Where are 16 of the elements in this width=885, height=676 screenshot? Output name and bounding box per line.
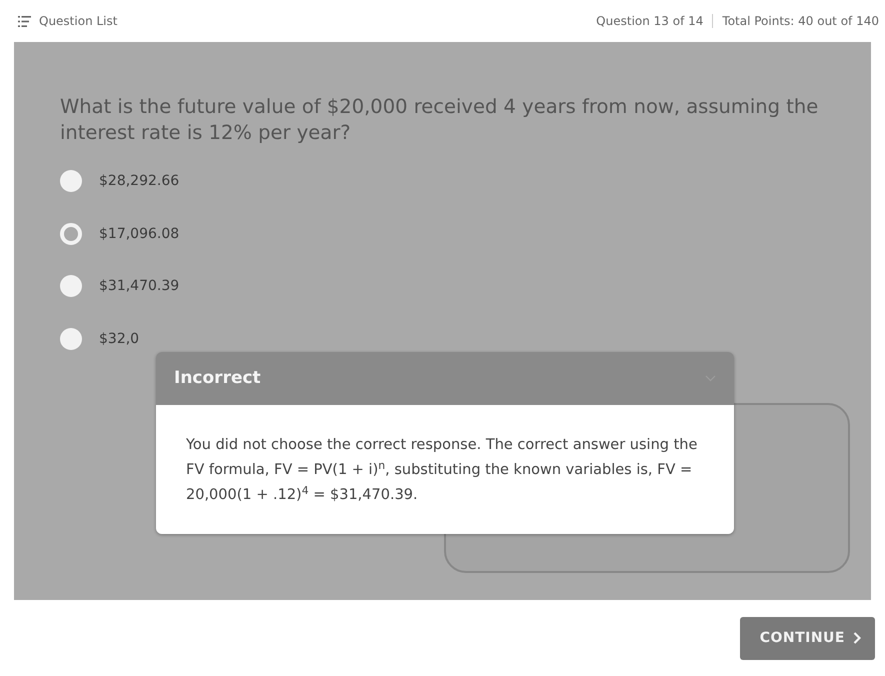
question-text: What is the future value of $20,000 received 4 years from now, assuming the interest rate is 12% per year? <box>60 94 820 146</box>
answer-option[interactable]: $31,470.39 <box>99 275 180 297</box>
continue-button[interactable]: CONTINUE <box>740 616 875 660</box>
answer-option[interactable]: $32,0 <box>99 328 140 350</box>
radio-button[interactable] <box>60 275 82 297</box>
radio-button[interactable] <box>60 170 82 192</box>
list-icon <box>18 16 31 26</box>
feedback-title: Incorrect <box>174 366 261 390</box>
total-points: Total Points: 40 out of 140 <box>722 13 879 30</box>
answer-option[interactable]: $17,096.08 <box>99 222 180 244</box>
radio-button[interactable] <box>60 328 82 350</box>
question-list-button[interactable]: Question List <box>18 12 118 30</box>
chevron-right-icon <box>853 632 861 644</box>
radio-button[interactable] <box>60 222 82 244</box>
answer-option[interactable]: $28,292.66 <box>99 170 180 192</box>
feedback-message: You did not choose the correct response. The correct answer using the FV formula, FV = PV(1 + i)$^{n}$, substituting the known variables is, FV = 20,000(1 + .12)$^{4}$ = $31,470.39. <box>186 436 698 505</box>
